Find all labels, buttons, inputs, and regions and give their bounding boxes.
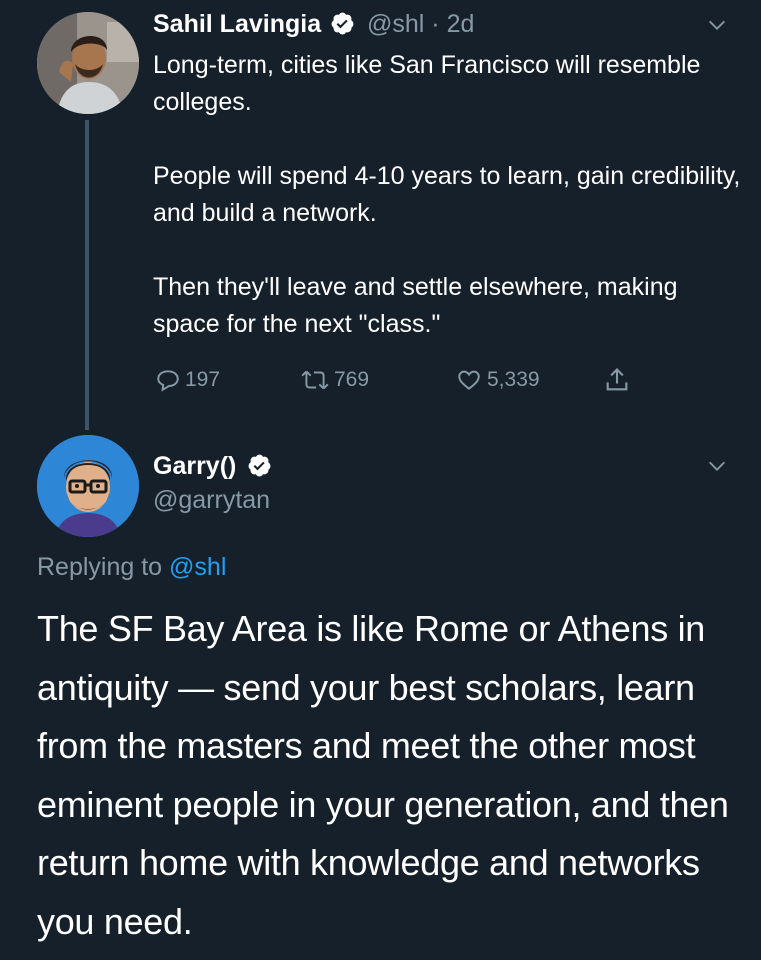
retweet-icon bbox=[301, 370, 329, 390]
sahil-avatar-image bbox=[37, 12, 139, 114]
like-count: 5,339 bbox=[487, 368, 540, 391]
handle-and-time[interactable]: @shl · 2d bbox=[367, 10, 474, 38]
garry-avatar-image bbox=[37, 435, 139, 537]
mention-link[interactable]: @shl bbox=[169, 553, 226, 581]
share-button[interactable] bbox=[603, 365, 635, 395]
replying-to-label: Replying to bbox=[37, 553, 170, 581]
verified-badge-icon bbox=[331, 12, 353, 35]
tweet1-paragraph: Then they'll leave and settle elsewhere,… bbox=[153, 273, 678, 338]
handle[interactable]: @garrytan bbox=[153, 486, 270, 515]
retweet-button[interactable]: 769 bbox=[300, 365, 369, 395]
sahil-avatar[interactable] bbox=[37, 12, 139, 114]
reply-count: 197 bbox=[185, 368, 221, 391]
author-name[interactable]: Garry() bbox=[153, 452, 236, 480]
share-icon bbox=[606, 368, 628, 391]
thread-connector-line bbox=[85, 120, 89, 430]
tweet2-body: The SF Bay Area is like Rome or Athens i… bbox=[37, 608, 729, 942]
tweet1-header: Sahil Lavingia @shl · 2d bbox=[153, 10, 474, 39]
tweet2-header: Garry() bbox=[153, 452, 272, 481]
chevron-down-icon[interactable] bbox=[706, 455, 728, 477]
tweet1-body: Long-term, cities like San Francisco wil… bbox=[153, 47, 743, 343]
replying-to: Replying to @shl bbox=[37, 553, 226, 582]
tweet1-paragraph: Long-term, cities like San Francisco wil… bbox=[153, 51, 701, 116]
chevron-down-icon[interactable] bbox=[706, 14, 728, 36]
reply-button[interactable]: 197 bbox=[155, 365, 220, 395]
heart-icon bbox=[458, 370, 480, 390]
garry-avatar[interactable] bbox=[37, 435, 139, 537]
author-name[interactable]: Sahil Lavingia bbox=[153, 10, 321, 38]
tweet1-paragraph: People will spend 4-10 years to learn, g… bbox=[153, 162, 741, 227]
retweet-count: 769 bbox=[334, 368, 370, 391]
like-button[interactable]: 5,339 bbox=[455, 365, 540, 395]
verified-badge-icon bbox=[248, 454, 271, 477]
reply-icon bbox=[157, 370, 179, 392]
